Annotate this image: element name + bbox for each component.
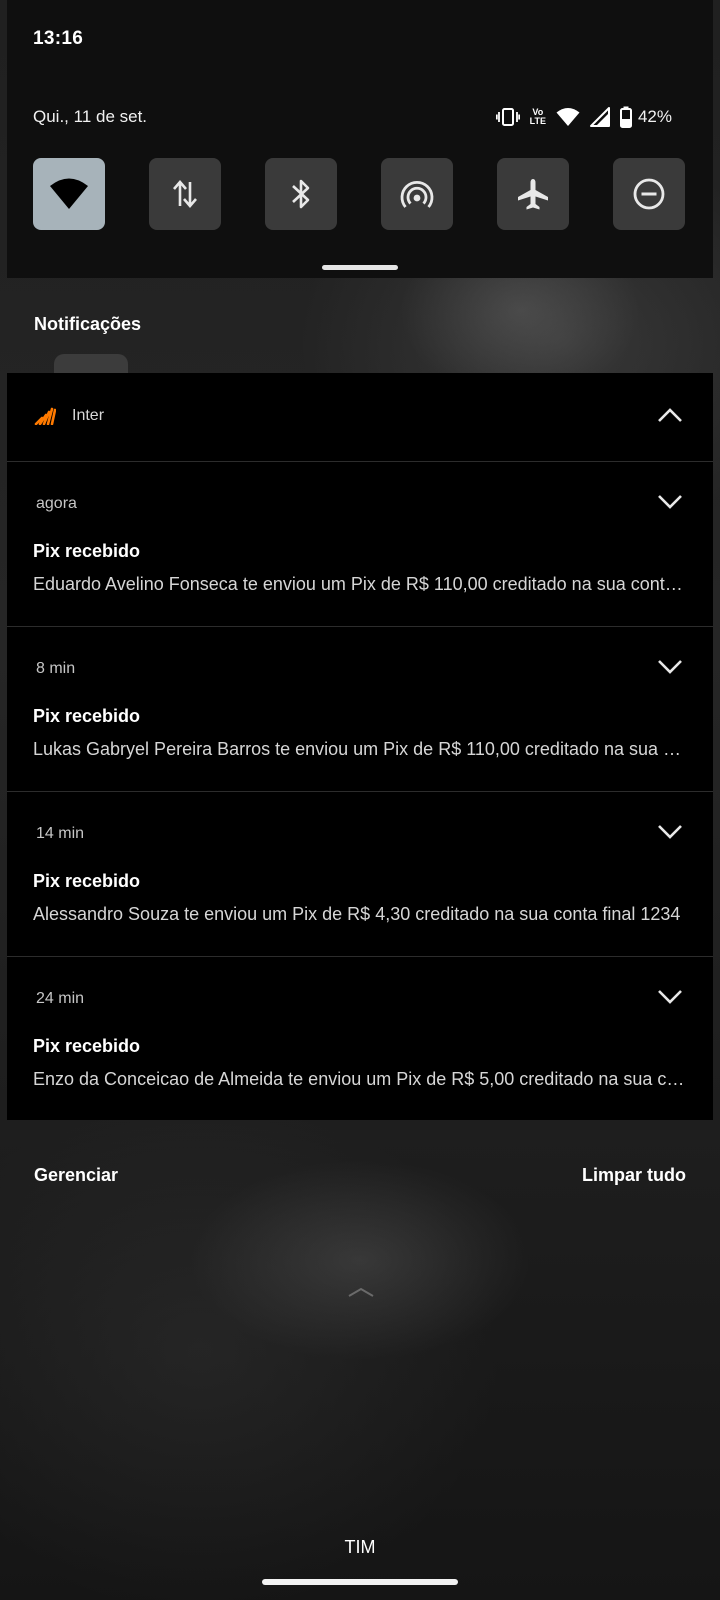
panel-drag-handle[interactable] xyxy=(322,265,398,270)
quick-settings-tiles xyxy=(33,158,685,230)
wifi-icon xyxy=(556,107,580,127)
data-arrows-icon xyxy=(173,180,197,208)
volte-icon: Vo LTE xyxy=(530,108,546,126)
status-clock: 13:16 xyxy=(33,28,84,49)
notification-group-card[interactable]: Inter agora Pix recebido Eduardo Avelino… xyxy=(7,373,713,1120)
manage-notifications-button[interactable]: Gerenciar xyxy=(34,1165,118,1186)
notification-title: Pix recebido xyxy=(33,871,141,891)
notification-item[interactable]: 14 min Pix recebido Alessandro Souza te … xyxy=(7,791,713,956)
notification-item[interactable]: 8 min Pix recebido Lukas Gabryel Pereira… xyxy=(7,626,713,791)
notification-time: 24 min xyxy=(36,990,85,1007)
notification-group-header[interactable]: Inter xyxy=(7,373,713,461)
carrier-label: TIM xyxy=(344,1537,376,1557)
notification-time: 8 min xyxy=(36,660,76,677)
expand-button[interactable] xyxy=(657,824,683,845)
background-notification-icon xyxy=(54,354,128,374)
chevron-down-icon xyxy=(658,495,682,509)
collapse-button[interactable] xyxy=(657,407,683,428)
swipe-up-chevron-icon xyxy=(348,1285,374,1303)
notification-item[interactable]: 24 min Pix recebido Enzo da Conceicao de… xyxy=(7,956,713,1121)
notification-body: Lukas Gabryel Pereira Barros te enviou u… xyxy=(33,739,685,759)
notification-title: Pix recebido xyxy=(33,706,141,726)
cell-signal-icon xyxy=(589,107,610,127)
notification-time: agora xyxy=(36,495,77,512)
volte-bottom-label: LTE xyxy=(529,116,546,126)
expand-button[interactable] xyxy=(657,494,683,515)
battery-icon xyxy=(619,106,632,128)
dnd-icon xyxy=(633,178,665,210)
tile-mobile-data[interactable] xyxy=(149,158,221,230)
notification-title: Pix recebido xyxy=(33,1036,141,1056)
tile-airplane-mode[interactable] xyxy=(497,158,569,230)
notification-item[interactable]: agora Pix recebido Eduardo Avelino Fonse… xyxy=(7,461,713,626)
expand-button[interactable] xyxy=(657,659,683,680)
chevron-down-icon xyxy=(658,990,682,1004)
tile-hotspot[interactable] xyxy=(381,158,453,230)
tile-do-not-disturb[interactable] xyxy=(613,158,685,230)
notification-body: Alessandro Souza te enviou um Pix de R$ … xyxy=(33,904,681,924)
wifi-icon xyxy=(50,178,88,209)
notification-time: 14 min xyxy=(36,825,85,842)
notification-body: Enzo da Conceicao de Almeida te enviou u… xyxy=(33,1069,685,1089)
vibrate-icon xyxy=(495,107,520,127)
hotspot-icon xyxy=(400,180,434,208)
notifications-header: Notificações xyxy=(34,314,142,334)
notification-title: Pix recebido xyxy=(33,541,141,561)
quick-settings-panel xyxy=(7,0,713,278)
airplane-icon xyxy=(518,179,548,210)
chevron-up-icon xyxy=(658,408,682,422)
bluetooth-icon xyxy=(292,179,310,209)
chevron-down-icon xyxy=(658,825,682,839)
status-icons: Vo LTE 42% xyxy=(495,104,672,130)
notification-body: Eduardo Avelino Fonseca te enviou um Pix… xyxy=(33,574,685,594)
battery-percent: 42% xyxy=(637,107,672,126)
home-gesture-bar[interactable] xyxy=(262,1579,458,1585)
clear-all-button[interactable]: Limpar tudo xyxy=(582,1165,686,1186)
chevron-down-icon xyxy=(658,660,682,674)
tile-wifi[interactable] xyxy=(33,158,105,230)
status-date[interactable]: Qui., 11 de set. xyxy=(33,107,147,127)
tile-bluetooth[interactable] xyxy=(265,158,337,230)
app-name: Inter xyxy=(72,407,105,424)
inter-app-icon xyxy=(34,407,57,430)
expand-button[interactable] xyxy=(657,989,683,1010)
